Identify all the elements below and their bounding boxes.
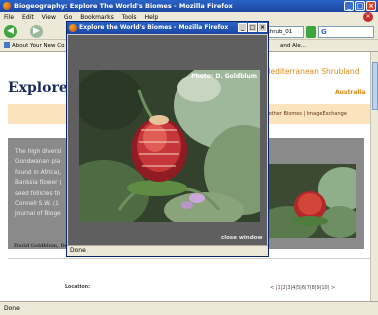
text-line: Journal of Bioge	[15, 211, 61, 218]
pager-page[interactable]: 6	[302, 285, 305, 291]
close-window-link[interactable]: close window	[221, 235, 263, 241]
pager-page[interactable]: 5	[297, 285, 300, 291]
text-line: found in Africa),	[15, 169, 62, 176]
biome-name: Mediterranean Shrubland	[264, 67, 360, 76]
biome-links[interactable]: re other Biomes | ImageExchange	[262, 111, 347, 117]
window-title: Biogeography: Explore The World's Biomes…	[14, 2, 233, 10]
text-line: Connell S.W. (1	[15, 201, 59, 208]
banksia-photo: Photo: D. Goldblum	[79, 70, 260, 222]
photo-author: David Goldblum, Dep	[14, 243, 72, 249]
page-scrollbar[interactable]	[370, 52, 378, 301]
biome-thumbnail[interactable]	[268, 164, 356, 238]
pager-prev[interactable]: <	[270, 285, 274, 291]
forward-arrow-icon[interactable]: ▶	[30, 25, 43, 38]
bookmark-label: About Your New Co	[12, 43, 65, 49]
menu-tools[interactable]: Tools	[118, 14, 141, 21]
text-line: seed follicles th	[15, 190, 61, 197]
banksia-flower-image	[79, 70, 260, 222]
go-icon[interactable]	[306, 26, 316, 38]
firefox-icon	[3, 2, 11, 10]
minimize-icon[interactable]: _	[238, 23, 247, 32]
pager-page[interactable]: 3	[287, 285, 290, 291]
popup-title-bar: Explore the World's Biomes - Mozilla Fir…	[67, 22, 268, 34]
close-icon[interactable]: ×	[366, 1, 376, 11]
photo-credit: Photo: D. Goldblum	[191, 73, 257, 80]
stop-icon[interactable]: ✕	[363, 12, 373, 22]
back-arrow-icon[interactable]: ◀	[4, 25, 17, 38]
pager-page-current[interactable]: 1	[277, 285, 280, 291]
pager-page[interactable]: 8	[312, 285, 315, 291]
bookmark-item[interactable]: About Your New Co	[4, 40, 64, 52]
text-line: Banksia flower (	[15, 180, 62, 187]
pager-page[interactable]: 10	[321, 285, 327, 291]
region-label: Australia	[335, 89, 366, 96]
bookmark-item[interactable]: and Ale...	[280, 40, 306, 52]
popup-title: Explore the World's Biomes - Mozilla Fir…	[79, 24, 229, 31]
firefox-icon	[69, 24, 77, 32]
bookmark-label: and Ale...	[280, 43, 307, 49]
close-icon[interactable]: ×	[258, 23, 267, 32]
text-line: Gondwanan pla	[15, 159, 61, 166]
maximize-icon[interactable]: □	[248, 23, 257, 32]
menu-view[interactable]: View	[38, 14, 60, 21]
maximize-icon[interactable]: □	[355, 1, 365, 11]
pager-page[interactable]: 7	[307, 285, 310, 291]
description-text: The high diversi Gondwanan pla found in …	[15, 147, 70, 220]
popup-body: Photo: D. Goldblum close window	[68, 35, 267, 245]
menu-help[interactable]: Help	[141, 14, 163, 21]
search-engine-icon: G	[321, 28, 327, 36]
popup-window-controls: _ □ ×	[238, 23, 267, 32]
text-line: The high diversi	[15, 149, 62, 155]
menu-file[interactable]: File	[0, 14, 18, 21]
window-title-bar: Biogeography: Explore The World's Biomes…	[0, 0, 378, 12]
menu-bookmarks[interactable]: Bookmarks	[76, 14, 118, 21]
scrollbar-thumb[interactable]	[372, 62, 378, 110]
banksia-thumbnail-image	[268, 164, 356, 238]
popup-status-bar: Done	[67, 245, 268, 256]
pager-page[interactable]: 2	[282, 285, 285, 291]
divider	[8, 258, 370, 259]
pager-page[interactable]: 4	[292, 285, 295, 291]
menu-edit[interactable]: Edit	[18, 14, 38, 21]
search-input[interactable]: G	[318, 26, 374, 38]
image-pager: < |1|2|3|4|5|6|7|8|9|10| >	[270, 285, 336, 291]
bookmark-icon	[4, 42, 10, 48]
minimize-icon[interactable]: _	[344, 1, 354, 11]
pager-page[interactable]: 9	[316, 285, 319, 291]
window-controls: _ □ ×	[344, 1, 376, 11]
location-label: Location:	[65, 285, 90, 290]
popup-window: Explore the World's Biomes - Mozilla Fir…	[66, 21, 269, 257]
pager-next[interactable]: >	[331, 285, 335, 291]
status-bar: Done	[0, 301, 378, 315]
menu-go[interactable]: Go	[60, 14, 76, 21]
